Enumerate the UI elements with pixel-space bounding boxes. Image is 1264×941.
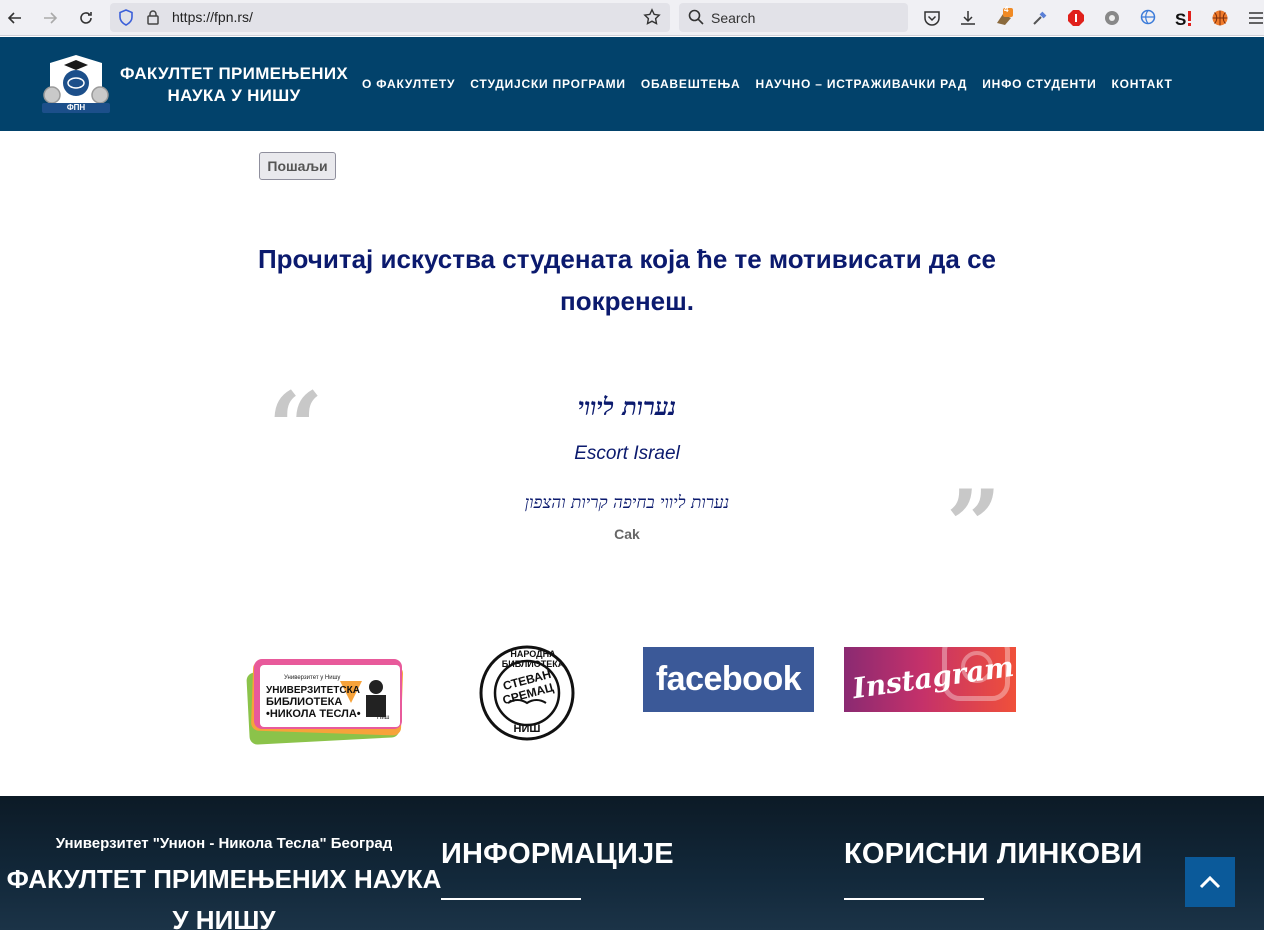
instagram-link[interactable]: Instagram	[844, 647, 1016, 712]
nav-about-faculty[interactable]: О ФАКУЛТЕТУ	[362, 77, 455, 91]
search-icon	[688, 9, 704, 30]
main-navigation: О ФАКУЛТЕТУ СТУДИЈСКИ ПРОГРАМИ ОБАВЕШТЕЊ…	[362, 77, 1173, 91]
quote-open-icon: “	[268, 371, 324, 484]
footer-info-divider	[441, 898, 581, 900]
send-button[interactable]: Пошаљи	[259, 152, 336, 180]
eyedropper-icon[interactable]	[1030, 8, 1050, 28]
faculty-name[interactable]: ФАКУЛТЕТ ПРИМЕЊЕНИХ НАУКА У НИШУ	[116, 63, 352, 107]
library-name-line1: УНИВЕРЗИТЕТСКА	[266, 685, 360, 696]
shield-icon[interactable]	[118, 9, 134, 31]
faculty-logo[interactable]: ФПН	[38, 53, 114, 115]
facebook-label: facebook	[655, 660, 802, 698]
globe-extension-icon[interactable]	[1138, 8, 1158, 28]
quote-close-icon: ”	[946, 469, 1002, 582]
extension-mail-icon[interactable]: 4	[994, 5, 1014, 28]
nav-research[interactable]: НАУЧНО – ИСТРАЖИВАЧКИ РАД	[756, 77, 968, 91]
testimonial-subtitle: Escort Israel	[574, 443, 680, 464]
scroll-to-top-button[interactable]	[1185, 857, 1235, 907]
testimonial-name: נערות ליווי	[577, 392, 677, 421]
testimonials-heading: Прочитај искуства студената која ће те м…	[257, 244, 997, 316]
national-library-logo[interactable]: НАРОДНА БИБЛИОТЕКА СТЕВАН СРЕМАЦ НИШ	[478, 645, 578, 741]
url-bar[interactable]: https://fpn.rs/	[110, 3, 670, 32]
university-library-logo[interactable]: Универзитет у Нишу УНИВЕРЗИТЕТСКА БИБЛИО…	[244, 655, 408, 745]
menu-icon[interactable]	[1246, 8, 1264, 28]
download-icon[interactable]	[958, 8, 978, 28]
browser-toolbar: https://fpn.rs/ Search 4 S	[0, 0, 1264, 36]
extension-badge: 4	[1004, 5, 1009, 14]
search-bar[interactable]: Search	[679, 3, 908, 32]
chevron-up-icon	[1199, 875, 1221, 889]
testimonial-text: נערות ליווי בחיפה קריות והצפון	[524, 493, 730, 513]
nav-student-info[interactable]: ИНФО СТУДЕНТИ	[982, 77, 1096, 91]
library-name-line2: БИБЛИОТЕКА	[266, 696, 343, 708]
nav-announcements[interactable]: ОБАВЕШТЕЊА	[641, 77, 741, 91]
library-city: Ниш	[377, 715, 390, 721]
lock-icon[interactable]	[145, 9, 161, 31]
bookmark-star-icon[interactable]	[643, 8, 661, 31]
facebook-link[interactable]: facebook	[643, 647, 814, 712]
search-placeholder: Search	[711, 10, 756, 26]
back-arrow-icon[interactable]	[4, 7, 26, 29]
footer-links-divider	[844, 898, 984, 900]
footer-university: Универзитет "Унион - Никола Тесла" Беогр…	[55, 835, 393, 852]
library-name-line3: •НИКОЛА ТЕСЛА•	[266, 708, 361, 720]
svg-text:S: S	[1175, 10, 1186, 28]
national-library-city: НИШ	[513, 723, 541, 735]
national-library-ring-text: НАРОДНА БИБЛИОТЕКА	[501, 649, 565, 669]
footer-links-heading: КОРИСНИ ЛИНКОВИ	[844, 838, 1143, 870]
forward-arrow-icon[interactable]	[39, 7, 61, 29]
footer-info-heading: ИНФОРМАЦИЈЕ	[441, 838, 674, 870]
nav-contact[interactable]: КОНТАКТ	[1112, 77, 1173, 91]
s-extension-icon[interactable]: S	[1174, 8, 1194, 28]
library-top-text: Универзитет у Нишу	[284, 675, 341, 681]
site-footer: Универзитет "Унион - Никола Тесла" Беогр…	[0, 796, 1264, 935]
pocket-icon[interactable]	[922, 8, 942, 28]
footer-faculty: ФАКУЛТЕТ ПРИМЕЊЕНИХ НАУКА У НИШУ	[6, 864, 442, 935]
testimonial-author: Cak	[614, 526, 640, 542]
site-header: ФПН ФАКУЛТЕТ ПРИМЕЊЕНИХ НАУКА У НИШУ О Ф…	[0, 37, 1264, 131]
adblock-icon[interactable]	[1066, 8, 1086, 28]
reload-icon[interactable]	[75, 7, 97, 29]
gear-extension-icon[interactable]	[1102, 8, 1122, 28]
url-text[interactable]: https://fpn.rs/	[172, 9, 253, 25]
basketball-extension-icon[interactable]	[1210, 8, 1230, 28]
logo-badge-text: ФПН	[66, 103, 86, 112]
nav-study-programs[interactable]: СТУДИЈСКИ ПРОГРАМИ	[470, 77, 626, 91]
